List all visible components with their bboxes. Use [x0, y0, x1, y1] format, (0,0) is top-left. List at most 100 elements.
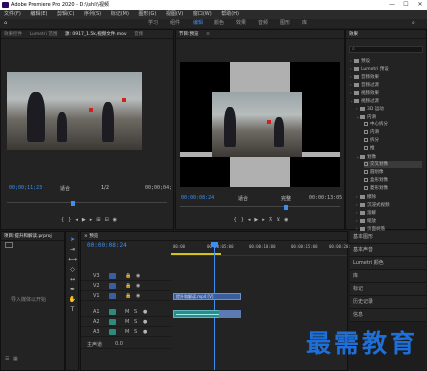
eye-icon[interactable]: ◉	[136, 283, 140, 289]
workspace-learn[interactable]: 学习	[148, 19, 158, 28]
pen-tool-icon[interactable]: ✒	[68, 286, 77, 294]
tab-program[interactable]: 节目:预览	[176, 32, 202, 37]
effects-search-input[interactable]: ⌕	[349, 46, 423, 53]
effect-item[interactable]: 内滑	[364, 129, 379, 136]
program-fit-select[interactable]: 适合	[238, 195, 248, 202]
tab-effect-controls[interactable]: 效果控件	[1, 32, 25, 37]
mark-out-icon[interactable]: }	[241, 217, 248, 223]
tab-effects[interactable]: 效果	[346, 32, 361, 37]
program-quality-select[interactable]: 完整	[281, 195, 291, 202]
source-transport-controls[interactable]: {}◂▶▸⊞⊟◉	[21, 216, 161, 224]
lock-icon[interactable]: 🔒	[125, 273, 131, 279]
mute-icon[interactable]: M	[125, 319, 129, 325]
razor-tool-icon[interactable]: ◇	[68, 266, 77, 274]
track-target-a3[interactable]	[109, 329, 116, 335]
ripple-edit-tool-icon[interactable]: ⟷	[68, 256, 77, 264]
program-scrubber[interactable]	[180, 206, 340, 210]
eye-icon[interactable]: ◉	[136, 293, 140, 299]
tab-lumetri-scopes[interactable]: Lumetri 范围	[27, 32, 61, 37]
workspace-editing[interactable]: 编辑	[193, 19, 203, 28]
mark-in-icon[interactable]: {	[234, 217, 241, 223]
effect-item[interactable]: 中心拆分	[364, 121, 388, 128]
effect-folder[interactable]: › 擦除	[356, 193, 376, 200]
effect-folder[interactable]: ⌄ 视频过渡	[350, 97, 379, 104]
timeline-timecode[interactable]: 00:00:08:24	[87, 242, 127, 249]
effect-folder[interactable]: › 视频效果	[350, 89, 379, 96]
solo-icon[interactable]: S	[134, 309, 137, 315]
minimize-button[interactable]: —	[385, 0, 399, 10]
eye-icon[interactable]: ◉	[136, 273, 140, 279]
track-select-tool-icon[interactable]: ⇥	[68, 246, 77, 254]
panel-info[interactable]: 信息	[350, 309, 426, 322]
export-frame-icon[interactable]: ◉	[284, 217, 292, 223]
menu-marker[interactable]: 标记(M)	[111, 11, 129, 17]
transition-marker[interactable]	[219, 310, 241, 318]
effect-folder[interactable]: › 缩放	[356, 217, 376, 224]
menu-window[interactable]: 窗口(W)	[193, 11, 212, 17]
effect-folder[interactable]: › 3D 运动	[356, 105, 384, 112]
tab-audio[interactable]: 音频	[131, 32, 146, 37]
playhead-handle[interactable]	[211, 242, 218, 247]
workspace-effects[interactable]: 效果	[236, 19, 246, 28]
track-target-v1[interactable]	[109, 293, 116, 299]
maximize-button[interactable]: ☐	[399, 0, 413, 10]
track-target-v2[interactable]	[109, 283, 116, 289]
overwrite-icon[interactable]: ⊟	[104, 217, 112, 223]
list-view-icon[interactable]: ☰	[5, 356, 9, 362]
menu-sequence[interactable]: 序列(S)	[84, 11, 101, 17]
menu-edit[interactable]: 编辑(E)	[30, 11, 47, 17]
video-clip-v1[interactable]: 提升和解读.mp4 [V]	[173, 293, 241, 300]
menu-graphics[interactable]: 图形(G)	[139, 11, 157, 17]
extract-icon[interactable]: ⊻	[276, 217, 284, 223]
menu-clip[interactable]: 剪辑(C)	[57, 11, 74, 17]
effect-item-selected[interactable]: 交叉划像	[364, 161, 422, 168]
effect-folder[interactable]: › 溶解	[356, 209, 376, 216]
search-icon[interactable]: ⌕	[412, 19, 415, 28]
type-tool-icon[interactable]: T	[68, 306, 77, 314]
effect-item[interactable]: 拆分	[364, 137, 379, 144]
panel-history[interactable]: 历史记录	[350, 296, 426, 309]
tab-project[interactable]: 项目:提升和解读.prproj	[1, 234, 55, 239]
hand-tool-icon[interactable]: ✋	[68, 296, 77, 304]
mic-icon[interactable]: ●	[143, 329, 147, 335]
program-menu-icon[interactable]: ≡	[203, 32, 213, 37]
workspace-color[interactable]: 颜色	[214, 19, 224, 28]
tab-sequence[interactable]: × 预览	[81, 234, 101, 239]
mic-icon[interactable]: ●	[143, 309, 147, 315]
effect-folder[interactable]: › 音频效果	[350, 73, 379, 80]
source-video-frame[interactable]	[7, 72, 142, 150]
lock-icon[interactable]: 🔒	[125, 293, 131, 299]
track-target-a1[interactable]	[109, 309, 116, 315]
effect-folder[interactable]: › 沉浸式视频	[356, 201, 390, 208]
master-volume[interactable]: 0.0	[115, 341, 123, 347]
home-icon[interactable]: ⌂	[4, 19, 7, 28]
mute-icon[interactable]: M	[125, 309, 129, 315]
source-fit-select[interactable]: 适合	[60, 185, 70, 192]
source-scrubber[interactable]	[7, 202, 167, 206]
workspace-assembly[interactable]: 组件	[170, 19, 180, 28]
panel-essential-graphics[interactable]: 基本图形	[350, 231, 426, 244]
effect-item[interactable]: 圆划像	[364, 169, 384, 176]
source-ratio-select[interactable]: 1/2	[101, 185, 109, 191]
tab-source[interactable]: 源: 0917_1.5k,视频文件.mov	[62, 32, 130, 37]
effect-folder[interactable]: ⌄ 划像	[356, 153, 376, 160]
time-ruler[interactable]: 00:00 00:00:05:00 00:00:10:00 00:00:15:0…	[171, 242, 356, 256]
workspace-graphics[interactable]: 图形	[280, 19, 290, 28]
selection-tool-icon[interactable]: ➤	[68, 236, 77, 244]
program-frame[interactable]	[180, 62, 340, 187]
panel-libraries[interactable]: 库	[350, 270, 426, 283]
track-target-v3[interactable]	[109, 273, 116, 279]
panel-essential-sound[interactable]: 基本声音	[350, 244, 426, 257]
mic-icon[interactable]: ●	[143, 319, 147, 325]
menu-file[interactable]: 文件(F)	[4, 11, 21, 17]
effect-item[interactable]: 菱形划像	[364, 185, 388, 192]
slip-tool-icon[interactable]: ↔	[68, 276, 77, 284]
menu-view[interactable]: 视图(V)	[166, 11, 183, 17]
timeline-playhead[interactable]	[214, 242, 215, 370]
export-frame-icon[interactable]: ◉	[113, 217, 121, 223]
program-timecode-current[interactable]: 00:00:08:24	[181, 195, 214, 201]
lock-icon[interactable]: 🔒	[125, 283, 131, 289]
workspace-audio[interactable]: 音频	[258, 19, 268, 28]
program-playhead[interactable]	[284, 205, 288, 210]
effect-folder[interactable]: › Lumetri 预设	[350, 65, 389, 72]
